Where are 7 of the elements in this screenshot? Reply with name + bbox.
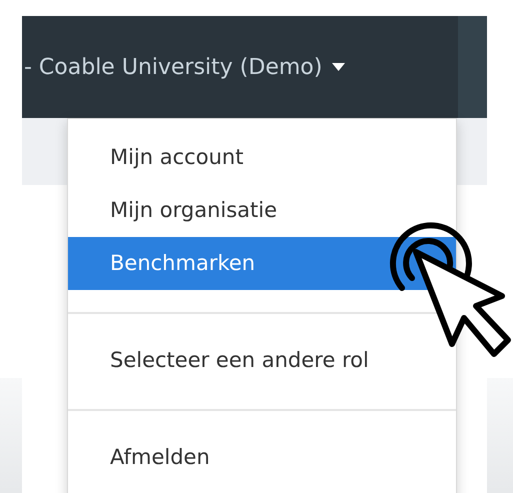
caret-icon — [332, 63, 346, 71]
user-menu-toggle[interactable]: - Coable University (Demo) — [24, 54, 346, 80]
menu-item[interactable]: Afmelden — [68, 431, 456, 484]
menu-item[interactable]: Selecteer een andere rol — [68, 334, 456, 387]
menu-item[interactable]: Benchmarken — [68, 237, 456, 290]
menu-item[interactable]: Mijn account — [68, 131, 456, 184]
menu-item[interactable]: Mijn organisatie — [68, 184, 456, 237]
